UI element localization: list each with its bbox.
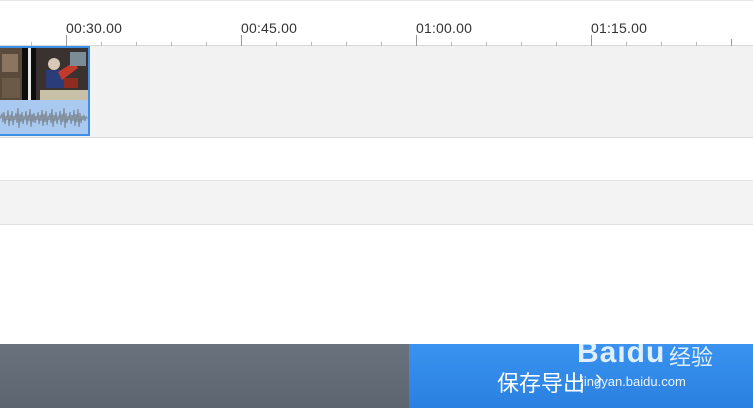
tick-label-0045: 00:45.00 <box>241 20 298 36</box>
tick-label-0030: 00:30.00 <box>66 20 123 36</box>
empty-track[interactable] <box>0 138 753 181</box>
clip-thumbnail <box>0 48 88 100</box>
empty-track[interactable] <box>0 181 753 225</box>
audio-waveform <box>0 100 88 134</box>
tick-label-0115: 01:15.00 <box>591 20 648 36</box>
chevron-right-icon: › <box>595 365 603 390</box>
tick-major <box>416 35 417 46</box>
tick-major <box>66 35 67 46</box>
tick-major <box>591 35 592 46</box>
tick-label-0100: 01:00.00 <box>416 20 473 36</box>
tick-major <box>731 39 732 46</box>
bottom-bar: 保存导出 › <box>0 344 753 408</box>
video-track[interactable] <box>0 46 753 138</box>
tick-major <box>241 35 242 46</box>
save-export-label: 保存导出 <box>497 372 586 397</box>
timeline-ruler[interactable]: 00:30.00 00:45.00 01:00.00 01:15.00 <box>0 0 753 46</box>
bottom-left-panel <box>0 344 409 408</box>
save-export-button[interactable]: 保存导出 › <box>409 344 753 408</box>
video-clip[interactable] <box>0 46 90 136</box>
